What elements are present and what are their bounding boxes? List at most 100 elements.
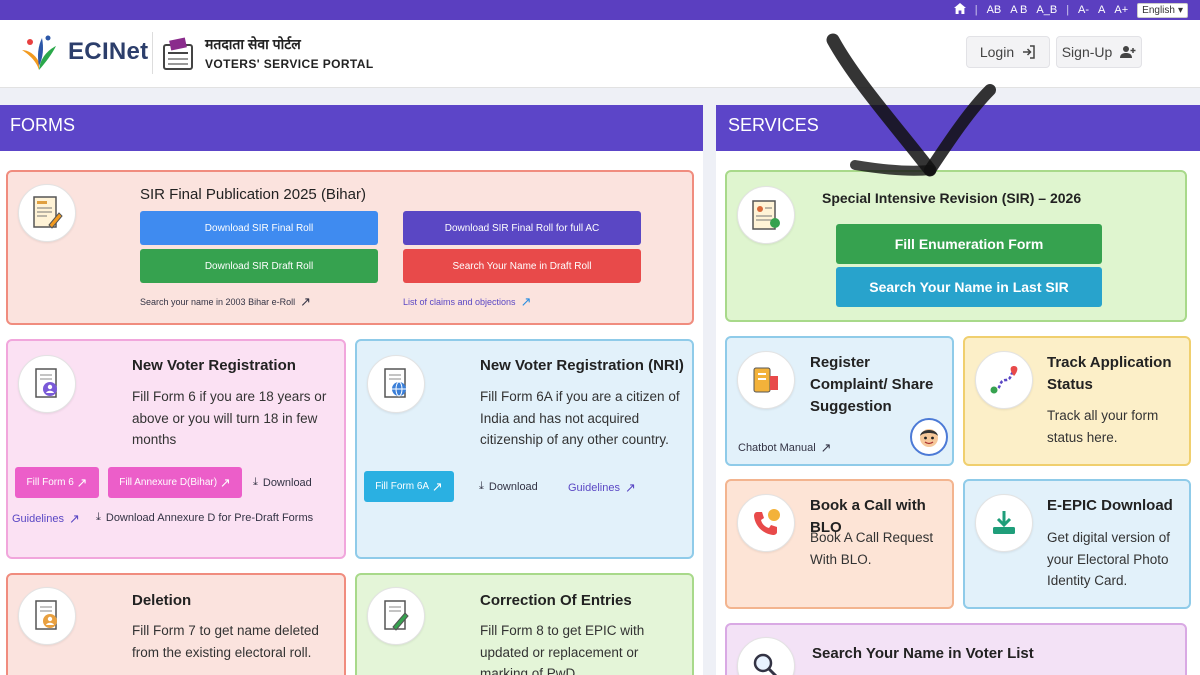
sir-bihar-title: SIR Final Publication 2025 (Bihar): [140, 186, 366, 203]
search-name-draft-roll-button[interactable]: Search Your Name in Draft Roll: [403, 249, 641, 283]
contrast-a_b[interactable]: A_B: [1036, 4, 1057, 16]
external-arrow-icon: ↗: [219, 474, 231, 490]
contrast-a-b[interactable]: A B: [1010, 4, 1027, 16]
annotation-arrow-icon: [826, 33, 996, 177]
enumeration-form-icon: [752, 200, 780, 230]
font-decrease[interactable]: A-: [1078, 4, 1089, 16]
language-select[interactable]: English ▾: [1137, 2, 1188, 18]
form6-guidelines-link[interactable]: Guidelines ↗: [12, 511, 80, 527]
download-sir-draft-roll-button[interactable]: Download SIR Draft Roll: [140, 249, 378, 283]
divider: |: [974, 4, 978, 16]
download-sir-final-roll-button[interactable]: Download SIR Final Roll: [140, 211, 378, 245]
voters-service-portal-logo[interactable]: मतदाता सेवा पोर्टल VOTERS' SERVICE PORTA…: [152, 32, 374, 74]
font-normal[interactable]: A: [1098, 4, 1105, 16]
track-title: Track Application Status: [1047, 354, 1172, 393]
sir-2026-icon-wrap: [737, 186, 795, 244]
download-icon: ⤓: [479, 480, 484, 492]
external-arrow-icon: ↗: [76, 474, 88, 490]
ecinet-emblem-icon: [22, 35, 56, 70]
download-icon: ⤓: [253, 476, 258, 488]
form6a-guidelines-link[interactable]: Guidelines ↗: [568, 480, 636, 496]
complaint-card[interactable]: Register Complaint/ Share Suggestion Cha…: [725, 336, 954, 466]
download-sir-final-roll-ac-button[interactable]: Download SIR Final Roll for full AC: [403, 211, 641, 245]
download-annexure-d-label: Download Annexure D for Pre-Draft Forms: [105, 511, 314, 524]
fill-form-6a-button[interactable]: Fill Form 6A ↗: [364, 471, 454, 502]
external-arrow-icon: ↗: [624, 480, 636, 495]
guidelines-label: Guidelines: [568, 482, 620, 494]
new-voter-card: New Voter Registration Fill Form 6 if yo…: [6, 339, 346, 559]
form6-download-link[interactable]: ⤓ Download: [253, 476, 312, 489]
edit-form-icon: [384, 600, 409, 631]
ecinet-logo[interactable]: ECINet: [18, 32, 148, 72]
fill-annexure-d-label: Fill Annexure D(Bihar): [119, 477, 218, 488]
deletion-title: Deletion: [132, 592, 192, 609]
sir-form-icon-wrap: [18, 184, 76, 242]
claims-objections-link[interactable]: List of claims and objections ↗: [403, 294, 531, 310]
new-voter-icon-wrap: [18, 355, 76, 413]
external-arrow-icon: ↗: [431, 478, 443, 494]
top-utility-bar: | AB A B A_B | A- A A+ English ▾: [0, 0, 1200, 20]
epic-title: E-EPIC Download: [1047, 497, 1173, 514]
guidelines-label: Guidelines: [12, 513, 64, 525]
correction-card: Correction Of Entries Fill Form 8 to get…: [355, 573, 694, 675]
language-value: English: [1142, 4, 1175, 16]
correction-title: Correction Of Entries: [480, 592, 632, 609]
download-annexure-d-link[interactable]: ⤓ Download Annexure D for Pre-Draft Form…: [96, 511, 313, 524]
deletion-icon-wrap: [18, 587, 76, 645]
search-2003-roll-label: Search your name in 2003 Bihar e-Roll: [140, 297, 296, 307]
form6a-download-link[interactable]: ⤓ Download: [479, 480, 538, 493]
chevron-down-icon: ▾: [1177, 4, 1183, 16]
track-icon-wrap: [975, 351, 1033, 409]
fill-enumeration-form-button[interactable]: Fill Enumeration Form: [836, 224, 1102, 264]
home-icon[interactable]: [953, 3, 966, 17]
track-application-card[interactable]: Track Application Status Track all your …: [963, 336, 1191, 466]
portal-name: मतदाता सेवा पोर्टल VOTERS' SERVICE PORTA…: [205, 35, 374, 71]
chatbot-manual-link[interactable]: Chatbot Manual ↗: [738, 440, 832, 456]
e-epic-card[interactable]: E-EPIC Download Get digital version of y…: [963, 479, 1191, 609]
nri-voter-card: New Voter Registration (NRI) Fill Form 6…: [355, 339, 694, 559]
sir-2026-title: Special Intensive Revision (SIR) – 2026: [822, 190, 1082, 206]
search-name-last-sir-button[interactable]: Search Your Name in Last SIR: [836, 267, 1102, 307]
voter-form-icon: [35, 368, 57, 398]
track-desc: Track all your form status here.: [1047, 408, 1159, 445]
external-arrow-icon: ↗: [68, 511, 80, 526]
download-icon: ⤓: [96, 511, 101, 523]
claims-objections-label: List of claims and objections: [403, 297, 516, 307]
contrast-ab[interactable]: AB: [987, 4, 1002, 16]
delete-form-icon: [35, 600, 57, 630]
divider: |: [1066, 4, 1070, 16]
signup-button[interactable]: Sign-Up: [1056, 36, 1142, 68]
complaint-icon: [753, 367, 778, 393]
globe-form-icon: [384, 368, 406, 398]
external-arrow-icon: ↗: [820, 440, 832, 455]
complaint-title: Register Complaint/ Share Suggestion: [810, 354, 934, 415]
external-arrow-icon: ↗: [520, 294, 532, 309]
complaint-icon-wrap: [737, 351, 795, 409]
blo-icon-wrap: [737, 494, 795, 552]
chatbot-face-icon: [920, 429, 938, 447]
fill-annexure-d-button[interactable]: Fill Annexure D(Bihar) ↗: [108, 467, 242, 498]
search-voter-list-card[interactable]: Search Your Name in Voter List: [725, 623, 1187, 675]
epic-desc: Get digital version of your Electoral Ph…: [1047, 530, 1171, 588]
fill-form-6-label: Fill Form 6: [26, 477, 74, 488]
fill-form-6-button[interactable]: Fill Form 6 ↗: [15, 467, 99, 498]
form-document-icon: [33, 196, 63, 229]
portal-name-hindi: मतदाता सेवा पोर्टल: [205, 36, 301, 52]
fill-form-6a-label: Fill Form 6A: [375, 481, 430, 492]
sir-2026-card: Special Intensive Revision (SIR) – 2026 …: [725, 170, 1187, 322]
font-increase[interactable]: A+: [1114, 4, 1128, 16]
signup-label: Sign-Up: [1061, 44, 1113, 60]
nri-title: New Voter Registration (NRI): [480, 357, 684, 374]
new-voter-title: New Voter Registration: [132, 357, 296, 374]
portal-name-english: VOTERS' SERVICE PORTAL: [205, 57, 374, 71]
download-label: Download: [488, 480, 538, 493]
search-2003-roll-link[interactable]: Search your name in 2003 Bihar e-Roll ↗: [140, 294, 311, 310]
epic-icon-wrap: [975, 494, 1033, 552]
book-blo-card[interactable]: Book a Call with BLO Book A Call Request…: [725, 479, 954, 609]
blo-desc: Book A Call Request With BLO.: [810, 530, 934, 567]
correction-desc: Fill Form 8 to get EPIC with updated or …: [480, 623, 645, 675]
add-user-icon: [1120, 46, 1136, 58]
chatbot-avatar[interactable]: [910, 418, 948, 456]
forms-heading: FORMS: [0, 105, 703, 151]
search-voter-title: Search Your Name in Voter List: [812, 645, 1034, 662]
